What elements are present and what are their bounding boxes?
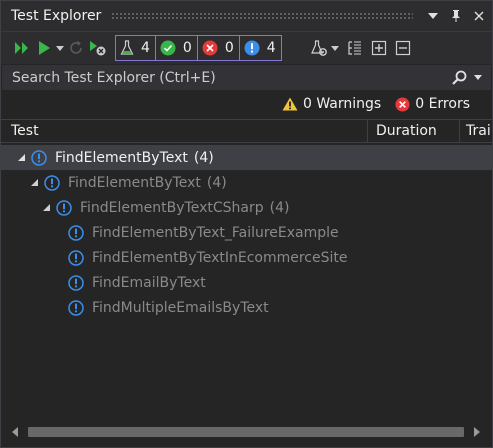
column-header: Test Duration Trai <box>1 119 492 143</box>
tree-row-label: FindElementByText <box>55 149 188 166</box>
check-circle-icon <box>160 40 176 56</box>
errors-summary[interactable]: 0 Errors <box>395 96 470 112</box>
tree-row-count: (4) <box>193 149 214 166</box>
not-run-icon <box>31 149 47 166</box>
tree-row-count: (4) <box>269 199 290 216</box>
filter-not-run[interactable]: 4 <box>239 36 281 60</box>
flask-icon <box>120 40 134 55</box>
expanded-triangle-icon[interactable] <box>15 152 27 164</box>
tree-row-label: FindElementByText <box>68 174 201 191</box>
column-duration[interactable]: Duration <box>367 120 459 142</box>
not-run-icon <box>44 174 60 191</box>
not-run-icon <box>68 224 84 241</box>
tree-row-label: FindMultipleEmailsByText <box>92 299 269 316</box>
tree-row[interactable]: FindEmailByText <box>1 270 492 295</box>
search-icon[interactable] <box>451 70 467 86</box>
tree-row-label: FindElementByTextInEcommerceSite <box>92 249 348 266</box>
settings-dropdown-chevron-icon[interactable] <box>330 37 340 59</box>
horizontal-scrollbar[interactable] <box>2 421 491 443</box>
cancel-run-icon[interactable] <box>87 37 109 59</box>
tree-row[interactable]: FindElementByText_FailureExample <box>1 220 492 245</box>
close-icon[interactable] <box>469 6 489 26</box>
scroll-left-icon[interactable] <box>8 425 22 439</box>
x-circle-icon <box>202 40 218 56</box>
playlist-settings-icon[interactable] <box>308 37 330 59</box>
not-run-icon <box>56 199 72 216</box>
scroll-right-icon[interactable] <box>470 425 484 439</box>
expand-all-icon[interactable] <box>368 37 390 59</box>
repeat-last-run-icon[interactable] <box>65 37 87 59</box>
window-title: Test Explorer <box>11 8 102 24</box>
warnings-label: 0 Warnings <box>303 96 382 112</box>
not-run-icon <box>68 299 84 316</box>
tree-row-label: FindEmailByText <box>92 274 206 291</box>
filter-not-run-count: 4 <box>266 40 276 56</box>
filter-failed[interactable]: 0 <box>197 36 240 60</box>
tree-row[interactable]: FindElementByText (4) <box>1 170 492 195</box>
drag-grip[interactable] <box>111 12 413 20</box>
run-icon[interactable] <box>33 37 55 59</box>
test-explorer-window: Test Explorer 4 0 0 4 Search Test Explor… <box>0 0 493 448</box>
search-options-chevron-icon[interactable] <box>471 74 485 82</box>
errors-label: 0 Errors <box>415 96 470 112</box>
not-run-icon <box>68 274 84 291</box>
pin-icon[interactable] <box>446 6 466 26</box>
toolbar: 4 0 0 4 <box>1 32 492 64</box>
tree-row[interactable]: FindMultipleEmailsByText <box>1 295 492 320</box>
expanded-triangle-icon[interactable] <box>40 202 52 214</box>
scrollbar-thumb[interactable] <box>28 427 464 437</box>
expanded-triangle-icon[interactable] <box>28 177 40 189</box>
tree-row[interactable]: FindElementByTextCSharp (4) <box>1 195 492 220</box>
search-box[interactable]: Search Test Explorer (Ctrl+E) <box>2 65 491 90</box>
not-run-icon <box>68 249 84 266</box>
search-controls <box>451 70 491 86</box>
tree-row[interactable]: FindElementByText (4) <box>1 145 492 170</box>
error-icon <box>395 96 410 112</box>
test-tree: FindElementByText (4) FindElementByText … <box>1 143 492 419</box>
filter-failed-count: 0 <box>224 40 234 56</box>
search-input[interactable]: Search Test Explorer (Ctrl+E) <box>2 70 451 86</box>
filter-total[interactable]: 4 <box>116 36 156 60</box>
warnings-summary[interactable]: 0 Warnings <box>282 96 381 112</box>
column-test[interactable]: Test <box>1 120 367 142</box>
filter-total-count: 4 <box>141 40 150 56</box>
tree-row-label: FindElementByTextCSharp <box>80 199 264 216</box>
tree-row[interactable]: FindElementByTextInEcommerceSite <box>1 245 492 270</box>
column-traits[interactable]: Trai <box>459 120 491 142</box>
warning-icon <box>282 97 298 111</box>
run-dropdown-chevron-icon[interactable] <box>55 37 65 59</box>
title-bar: Test Explorer <box>1 1 492 31</box>
group-by-icon[interactable] <box>344 37 366 59</box>
outcome-filter-group: 4 0 0 4 <box>115 35 282 61</box>
chevron-down-icon[interactable] <box>423 6 443 26</box>
collapse-all-icon[interactable] <box>392 37 414 59</box>
run-all-icon[interactable] <box>11 37 33 59</box>
summary-bar: 0 Warnings 0 Errors <box>1 90 492 118</box>
toolbar-right <box>308 37 414 59</box>
tree-row-count: (4) <box>206 174 227 191</box>
filter-passed[interactable]: 0 <box>155 36 198 60</box>
tree-row-label: FindElementByText_FailureExample <box>92 224 339 241</box>
info-circle-icon <box>244 40 260 56</box>
filter-passed-count: 0 <box>182 40 192 56</box>
